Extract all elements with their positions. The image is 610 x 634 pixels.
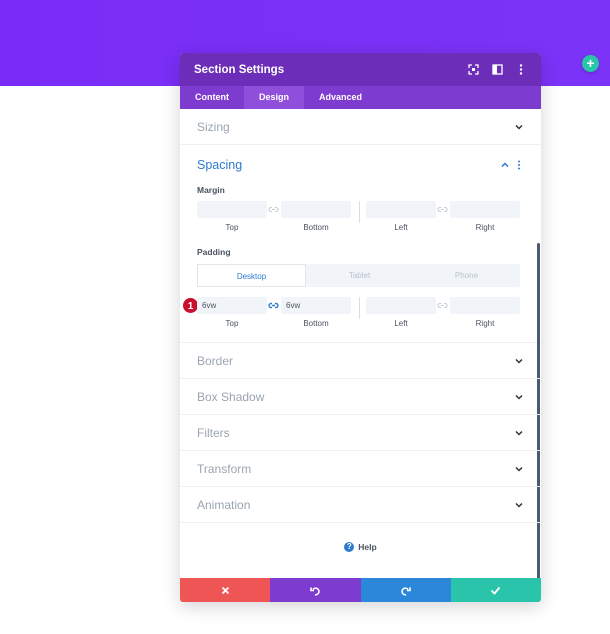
- save-button[interactable]: [450, 578, 541, 602]
- tab-advanced[interactable]: Advanced: [304, 86, 377, 109]
- tab-content[interactable]: Content: [180, 86, 244, 109]
- device-tab-tablet[interactable]: Tablet: [306, 264, 413, 287]
- redo-button[interactable]: [360, 578, 451, 602]
- device-tabs: Desktop Tablet Phone: [197, 264, 520, 287]
- margin-top-label: Top: [225, 223, 239, 232]
- check-icon: [491, 586, 501, 595]
- divider: [359, 201, 360, 223]
- margin-fields: Top Bottom Left Right: [197, 201, 520, 237]
- help-icon: ?: [344, 542, 355, 552]
- margin-right-input[interactable]: [450, 201, 520, 218]
- chevron-up-icon: [501, 162, 509, 168]
- plus-icon: +: [586, 55, 595, 71]
- settings-body: Sizing Spacing Margin Top Bottom Left Ri…: [180, 109, 541, 578]
- margin-bottom-label: Bottom: [303, 223, 329, 232]
- tab-design[interactable]: Design: [244, 86, 305, 109]
- modal-title: Section Settings: [194, 63, 285, 76]
- margin-top-input[interactable]: [197, 201, 267, 218]
- padding-fields: 1 6vw 6vw Top Bottom Left Right: [182, 297, 520, 333]
- more-vertical-icon[interactable]: [514, 160, 524, 170]
- section-label: Sizing: [197, 119, 230, 134]
- close-icon: [221, 586, 229, 594]
- chevron-down-icon: [515, 502, 523, 508]
- section-label: Border: [197, 353, 234, 368]
- toggle-sizing[interactable]: Sizing: [180, 109, 541, 145]
- redo-icon: [401, 586, 411, 596]
- padding-top-label: Top: [225, 319, 239, 328]
- spacing-panel: Spacing Margin Top Bottom Left Right Pad…: [180, 145, 541, 343]
- chevron-down-icon: [515, 394, 523, 400]
- split-view-icon[interactable]: [491, 64, 503, 76]
- margin-label: Margin: [197, 185, 225, 195]
- margin-left-label: Left: [394, 223, 408, 232]
- section-label: Transform: [197, 461, 252, 476]
- chevron-down-icon: [515, 466, 523, 472]
- section-label: Filters: [197, 425, 230, 440]
- undo-button[interactable]: [270, 578, 361, 602]
- fullscreen-icon[interactable]: [467, 64, 479, 76]
- chevron-down-icon: [515, 358, 523, 364]
- padding-bottom-label: Bottom: [303, 319, 329, 328]
- toggle-box-shadow[interactable]: Box Shadow: [180, 379, 541, 415]
- modal-footer: [180, 578, 541, 602]
- section-label: Animation: [197, 497, 251, 512]
- padding-bottom-input[interactable]: 6vw: [281, 297, 351, 314]
- toggle-filters[interactable]: Filters: [180, 415, 541, 451]
- toggle-transform[interactable]: Transform: [180, 451, 541, 487]
- padding-left-input[interactable]: [366, 297, 436, 314]
- chevron-down-icon: [515, 124, 523, 130]
- section-label: Spacing: [197, 158, 243, 172]
- toggle-animation[interactable]: Animation: [180, 487, 541, 523]
- toggle-border[interactable]: Border: [180, 343, 541, 379]
- help-link[interactable]: ? Help: [180, 542, 541, 552]
- page: + Section Settings Content Design Advanc…: [0, 0, 610, 634]
- padding-right-input[interactable]: [450, 297, 520, 314]
- section-label: Box Shadow: [197, 389, 265, 404]
- undo-icon: [310, 586, 320, 596]
- padding-left-label: Left: [394, 319, 408, 328]
- section-settings-modal: Section Settings Content Design Advanced: [180, 53, 541, 602]
- link-icon[interactable]: [268, 204, 279, 215]
- divider: [359, 297, 360, 319]
- link-icon[interactable]: [268, 300, 279, 311]
- settings-tabs: Content Design Advanced: [180, 86, 541, 109]
- link-icon[interactable]: [437, 204, 448, 215]
- padding-right-label: Right: [475, 319, 495, 328]
- margin-bottom-input[interactable]: [281, 201, 351, 218]
- margin-right-label: Right: [475, 223, 495, 232]
- cancel-button[interactable]: [180, 578, 271, 602]
- device-tab-phone[interactable]: Phone: [413, 264, 520, 287]
- modal-header[interactable]: Section Settings: [180, 53, 541, 86]
- chevron-down-icon: [515, 430, 523, 436]
- padding-top-input[interactable]: 6vw: [197, 297, 267, 314]
- divider: [180, 333, 541, 343]
- add-section-button[interactable]: +: [582, 55, 599, 72]
- toggle-spacing[interactable]: Spacing: [180, 145, 541, 185]
- margin-left-input[interactable]: [366, 201, 436, 218]
- device-tab-desktop[interactable]: Desktop: [197, 264, 306, 287]
- padding-label: Padding: [197, 247, 231, 257]
- help-label: Help: [358, 542, 377, 552]
- more-vertical-icon[interactable]: [515, 64, 527, 76]
- link-icon[interactable]: [437, 300, 448, 311]
